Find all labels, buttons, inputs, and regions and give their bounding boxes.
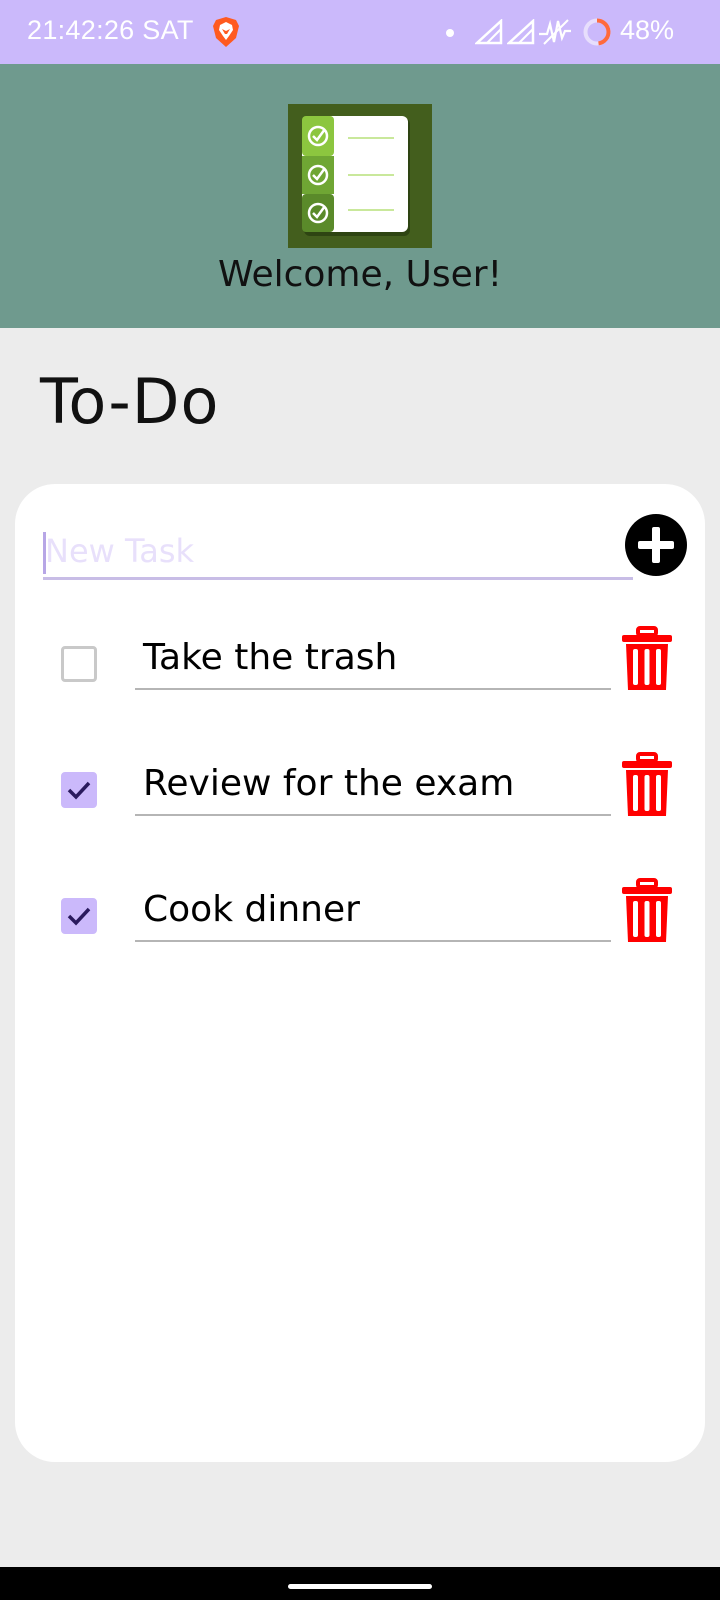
status-icons: 48% bbox=[420, 0, 720, 64]
brave-icon bbox=[211, 16, 241, 48]
trash-icon bbox=[622, 878, 672, 942]
delete-task-button[interactable] bbox=[620, 752, 674, 818]
checkmark-icon bbox=[67, 781, 91, 800]
task-text-field[interactable]: Take the trash bbox=[135, 632, 611, 690]
trash-icon bbox=[622, 626, 672, 690]
task-text-field[interactable]: Review for the exam bbox=[135, 758, 611, 816]
task-row: Take the trash bbox=[15, 614, 705, 704]
task-row: Review for the exam bbox=[15, 740, 705, 830]
task-checkbox[interactable] bbox=[61, 646, 97, 682]
home-gesture-handle[interactable] bbox=[288, 1584, 432, 1589]
status-time: 21:42:26 SAT bbox=[27, 15, 194, 45]
checklist-logo-icon bbox=[288, 104, 432, 248]
data-activity-icon bbox=[538, 18, 572, 46]
notification-dot-icon bbox=[446, 29, 454, 37]
welcome-header: Welcome, User! bbox=[0, 64, 720, 328]
task-checkbox[interactable] bbox=[61, 898, 97, 934]
task-text-field[interactable]: Cook dinner bbox=[135, 884, 611, 942]
welcome-text: Welcome, User! bbox=[217, 254, 503, 295]
signal-icon bbox=[505, 18, 535, 45]
checkmark-icon bbox=[67, 907, 91, 926]
text-cursor bbox=[43, 532, 46, 574]
delete-task-button[interactable] bbox=[620, 878, 674, 944]
status-bar: 21:42:26 SAT 48% bbox=[0, 0, 720, 64]
page-title: To-Do bbox=[40, 365, 220, 438]
battery-ring-icon bbox=[582, 17, 612, 47]
add-task-button[interactable] bbox=[625, 514, 687, 576]
battery-percent: 48% bbox=[620, 15, 675, 45]
delete-task-button[interactable] bbox=[620, 626, 674, 692]
task-checkbox[interactable] bbox=[61, 772, 97, 808]
task-row: Cook dinner bbox=[15, 866, 705, 956]
trash-icon bbox=[622, 752, 672, 816]
plus-circle-icon bbox=[626, 515, 686, 575]
new-task-input[interactable] bbox=[43, 524, 633, 580]
signal-icon bbox=[473, 18, 503, 45]
navigation-bar bbox=[0, 1567, 720, 1600]
todo-card: Take the trash Review for the exam bbox=[15, 484, 705, 1462]
